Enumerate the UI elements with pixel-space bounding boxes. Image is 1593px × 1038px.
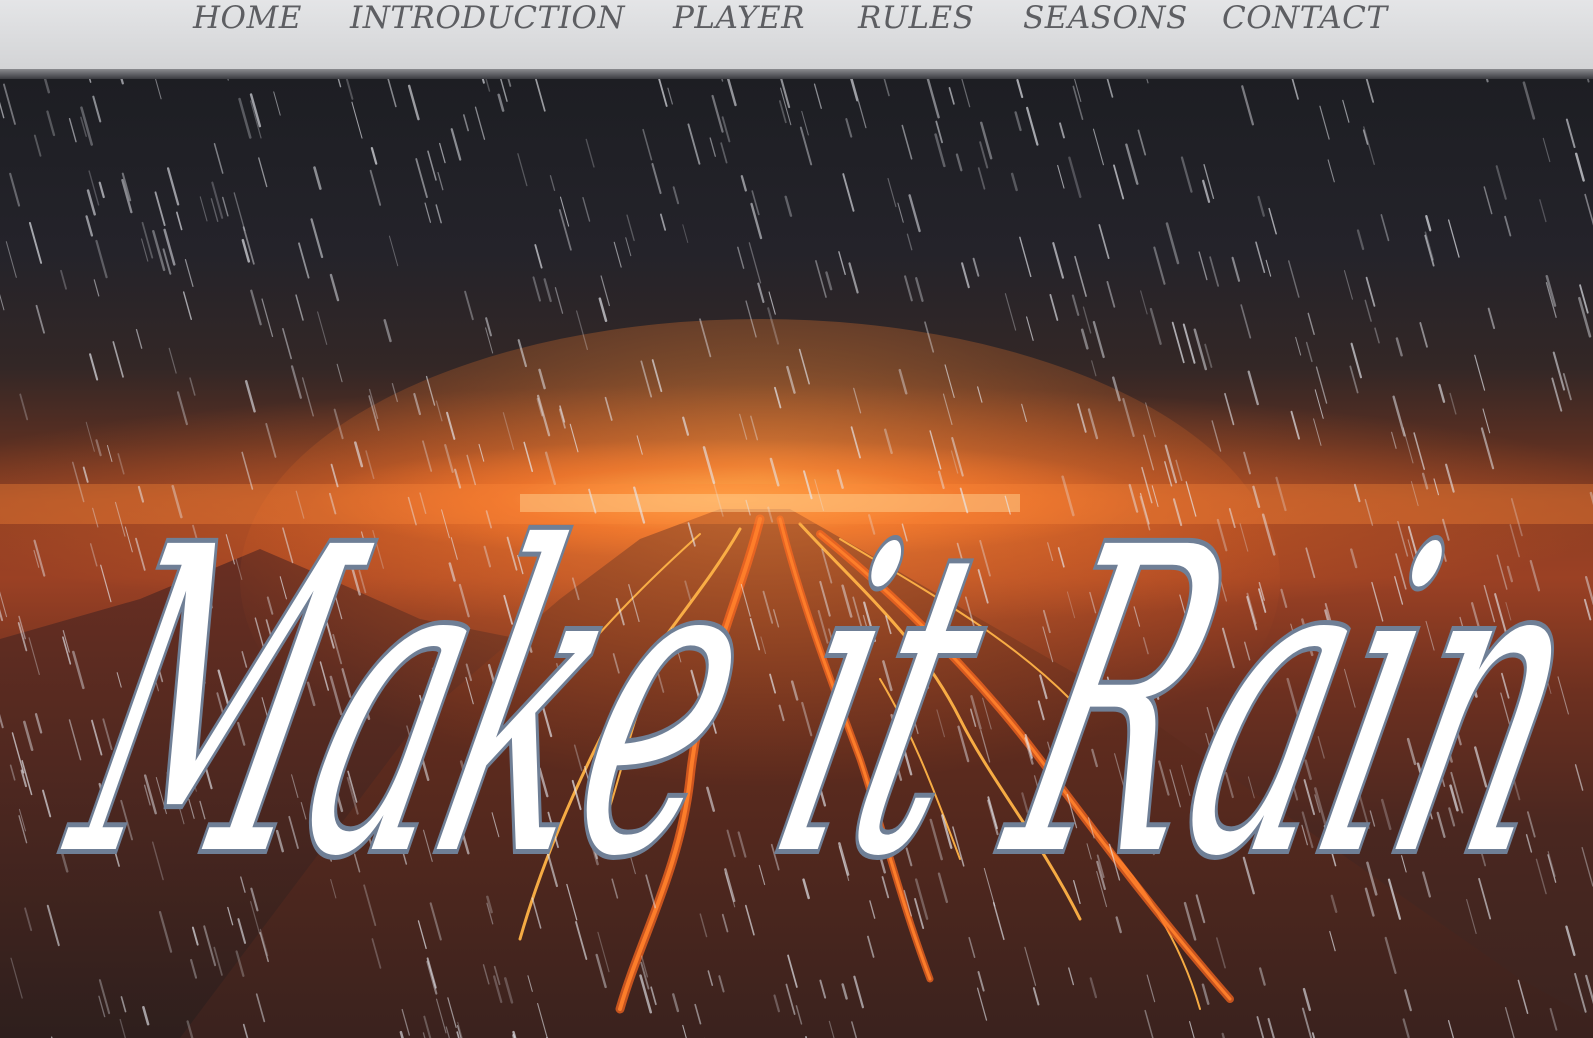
nav-introduction-link[interactable]: INTRODUCTION xyxy=(350,0,625,36)
logo-wordmark: Make it Rain xyxy=(36,459,1593,948)
make-it-rain-logo: Make it Rain xyxy=(31,454,1593,953)
nav-seasons-link[interactable]: SEASONS xyxy=(1023,0,1188,36)
nav-contact-link[interactable]: CONTACT xyxy=(1222,0,1388,36)
nav-shadow xyxy=(0,69,1593,79)
page: HOME INTRODUCTION PLAYER RULES SEASONS C… xyxy=(0,0,1593,1038)
nav-rules-link[interactable]: RULES xyxy=(858,0,974,36)
nav-home-link[interactable]: HOME xyxy=(193,0,302,36)
main-nav: HOME INTRODUCTION PLAYER RULES SEASONS C… xyxy=(0,0,1593,69)
hero-banner: Make it Rain xyxy=(0,79,1593,1038)
nav-player-link[interactable]: PLAYER xyxy=(673,0,805,36)
